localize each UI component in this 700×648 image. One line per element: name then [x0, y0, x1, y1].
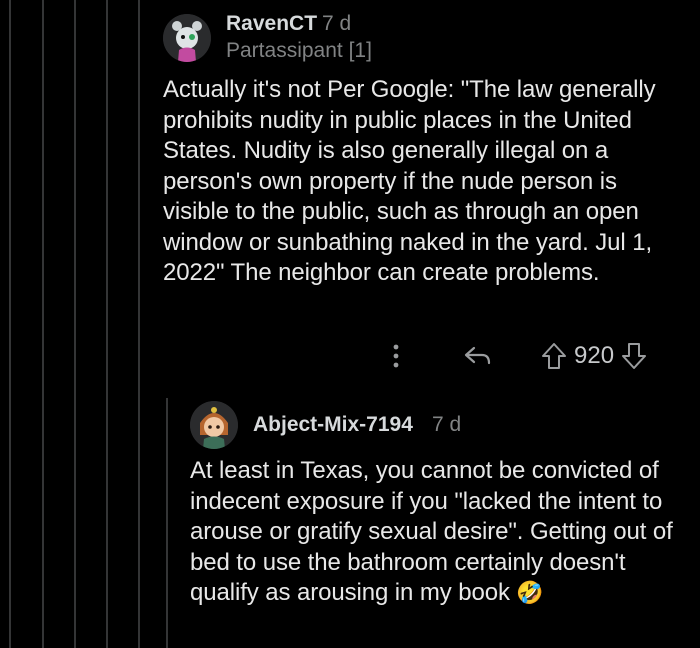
- comment-body: At least in Texas, you cannot be convict…: [190, 456, 680, 609]
- thread-line[interactable]: [166, 398, 168, 648]
- timestamp: 7 d: [322, 12, 352, 35]
- downvote-icon[interactable]: [620, 341, 648, 371]
- emoji-rofl-icon: 🤣: [516, 580, 544, 605]
- username[interactable]: RavenCT: [226, 12, 317, 36]
- avatar[interactable]: [163, 14, 211, 62]
- vote-score: 920: [574, 342, 615, 369]
- thread-line[interactable]: [42, 0, 44, 648]
- reply-icon[interactable]: [462, 341, 494, 371]
- comment-body: Actually it's not Per Google: "The law g…: [163, 76, 656, 286]
- timestamp: 7 d: [432, 413, 462, 436]
- thread-line[interactable]: [9, 0, 11, 648]
- avatar[interactable]: [190, 401, 238, 449]
- thread-line[interactable]: [138, 0, 140, 648]
- thread-line[interactable]: [74, 0, 76, 648]
- upvote-icon[interactable]: [540, 341, 568, 371]
- more-options-icon[interactable]: [386, 341, 406, 371]
- username[interactable]: Abject-Mix-7194: [253, 413, 413, 437]
- comment-text: At least in Texas, you cannot be convict…: [190, 457, 673, 606]
- user-flair: Partassipant [1]: [226, 39, 372, 62]
- comment-thread: RavenCT 7 d Partassipant [1] Actually it…: [0, 0, 700, 648]
- avatar-icon: [190, 401, 238, 449]
- thread-line[interactable]: [106, 0, 108, 648]
- avatar-icon: [163, 14, 211, 62]
- comment-actions: 920: [386, 340, 648, 372]
